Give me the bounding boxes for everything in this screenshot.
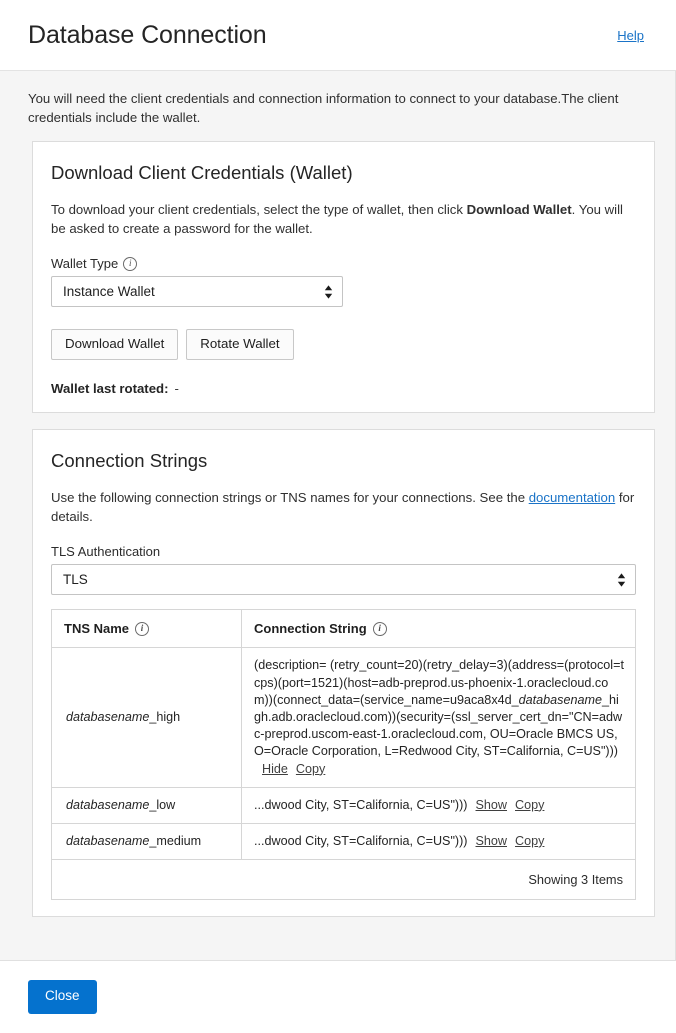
wallet-actions: Download Wallet Rotate Wallet <box>51 329 636 360</box>
tls-auth-label-row: TLS Authentication <box>51 544 636 559</box>
connection-card-description: Use the following connection strings or … <box>51 488 636 526</box>
column-header-connection-string-label: Connection String <box>254 621 367 636</box>
connection-string-dbname: databasename <box>519 693 602 707</box>
panel-header: Database Connection Help <box>0 0 676 71</box>
download-wallet-button[interactable]: Download Wallet <box>51 329 178 360</box>
toggle-connection-string-link[interactable]: Show <box>476 798 508 812</box>
table-row: databasename_low ...dwood City, ST=Calif… <box>52 787 636 823</box>
tls-authentication-select[interactable]: TLS <box>51 564 636 595</box>
toggle-connection-string-link[interactable]: Show <box>476 834 508 848</box>
intro-text: You will need the client credentials and… <box>28 89 640 127</box>
tls-auth-label: TLS Authentication <box>51 544 160 559</box>
wallet-last-rotated-label: Wallet last rotated: <box>51 381 168 396</box>
connection-desc-before: Use the following connection strings or … <box>51 490 529 505</box>
column-header-tns-name: TNS Name i <box>52 610 242 648</box>
tns-name-cell: databasename_high <box>52 648 242 787</box>
column-header-tns-name-label: TNS Name <box>64 621 129 636</box>
wallet-type-label-row: Wallet Type i <box>51 256 636 271</box>
wallet-last-rotated: Wallet last rotated:- <box>51 381 636 396</box>
wallet-desc-bold: Download Wallet <box>467 202 572 217</box>
database-connection-panel: Database Connection Help You will need t… <box>0 0 676 1033</box>
info-icon[interactable]: i <box>373 622 387 636</box>
table-head: TNS Name i Connection String i <box>52 610 636 648</box>
tns-name-cell: databasename_low <box>52 787 242 823</box>
tns-name-base: databasename <box>66 798 149 812</box>
tns-name-base: databasename <box>66 834 149 848</box>
tns-name-cell: databasename_medium <box>52 823 242 859</box>
copy-connection-string-link[interactable]: Copy <box>515 798 544 812</box>
tns-name-suffix: _low <box>149 798 175 812</box>
tns-name-suffix: _high <box>149 710 180 724</box>
connection-card-title: Connection Strings <box>51 450 636 472</box>
info-icon[interactable]: i <box>123 257 137 271</box>
tns-name-base: databasename <box>66 710 149 724</box>
connection-string-cell: (description= (retry_count=20)(retry_del… <box>242 648 636 787</box>
download-client-credentials-card: Download Client Credentials (Wallet) To … <box>32 141 655 413</box>
documentation-link[interactable]: documentation <box>529 490 616 505</box>
wallet-type-selected-value: Instance Wallet <box>63 284 155 299</box>
rotate-wallet-button[interactable]: Rotate Wallet <box>186 329 293 360</box>
wallet-desc-before: To download your client credentials, sel… <box>51 202 467 217</box>
wallet-last-rotated-value: - <box>174 381 178 396</box>
column-header-connection-string: Connection String i <box>242 610 636 648</box>
connection-string-cell: ...dwood City, ST=California, C=US"))) Sh… <box>242 787 636 823</box>
table-body: databasename_high (description= (retry_c… <box>52 648 636 900</box>
connection-strings-card: Connection Strings Use the following con… <box>32 429 655 917</box>
copy-connection-string-link[interactable]: Copy <box>296 762 325 776</box>
table-row: databasename_high (description= (retry_c… <box>52 648 636 787</box>
close-button[interactable]: Close <box>28 980 97 1013</box>
table-footer-row: Showing 3 Items <box>52 860 636 900</box>
connection-strings-table: TNS Name i Connection String i <box>51 609 636 900</box>
panel-footer: Close <box>0 960 676 1033</box>
chevron-updown-icon <box>617 573 626 587</box>
help-link[interactable]: Help <box>617 28 644 43</box>
chevron-updown-icon <box>324 285 333 299</box>
panel-body: You will need the client credentials and… <box>0 71 676 960</box>
wallet-card-title: Download Client Credentials (Wallet) <box>51 162 636 184</box>
wallet-card-description: To download your client credentials, sel… <box>51 200 636 238</box>
toggle-connection-string-link[interactable]: Hide <box>262 762 288 776</box>
tls-selected-value: TLS <box>63 572 88 587</box>
copy-connection-string-link[interactable]: Copy <box>515 834 544 848</box>
table-header-row: TNS Name i Connection String i <box>52 610 636 648</box>
page-title: Database Connection <box>28 23 617 48</box>
connection-string-cell: ...dwood City, ST=California, C=US"))) Sh… <box>242 823 636 859</box>
table-row: databasename_medium ...dwood City, ST=Ca… <box>52 823 636 859</box>
connection-string-preview: ...dwood City, ST=California, C=US"))) <box>254 798 468 812</box>
wallet-type-select[interactable]: Instance Wallet <box>51 276 343 307</box>
table-item-count: Showing 3 Items <box>52 860 636 900</box>
info-icon[interactable]: i <box>135 622 149 636</box>
tns-name-suffix: _medium <box>149 834 201 848</box>
wallet-type-label: Wallet Type <box>51 256 118 271</box>
connection-string-preview: ...dwood City, ST=California, C=US"))) <box>254 834 468 848</box>
